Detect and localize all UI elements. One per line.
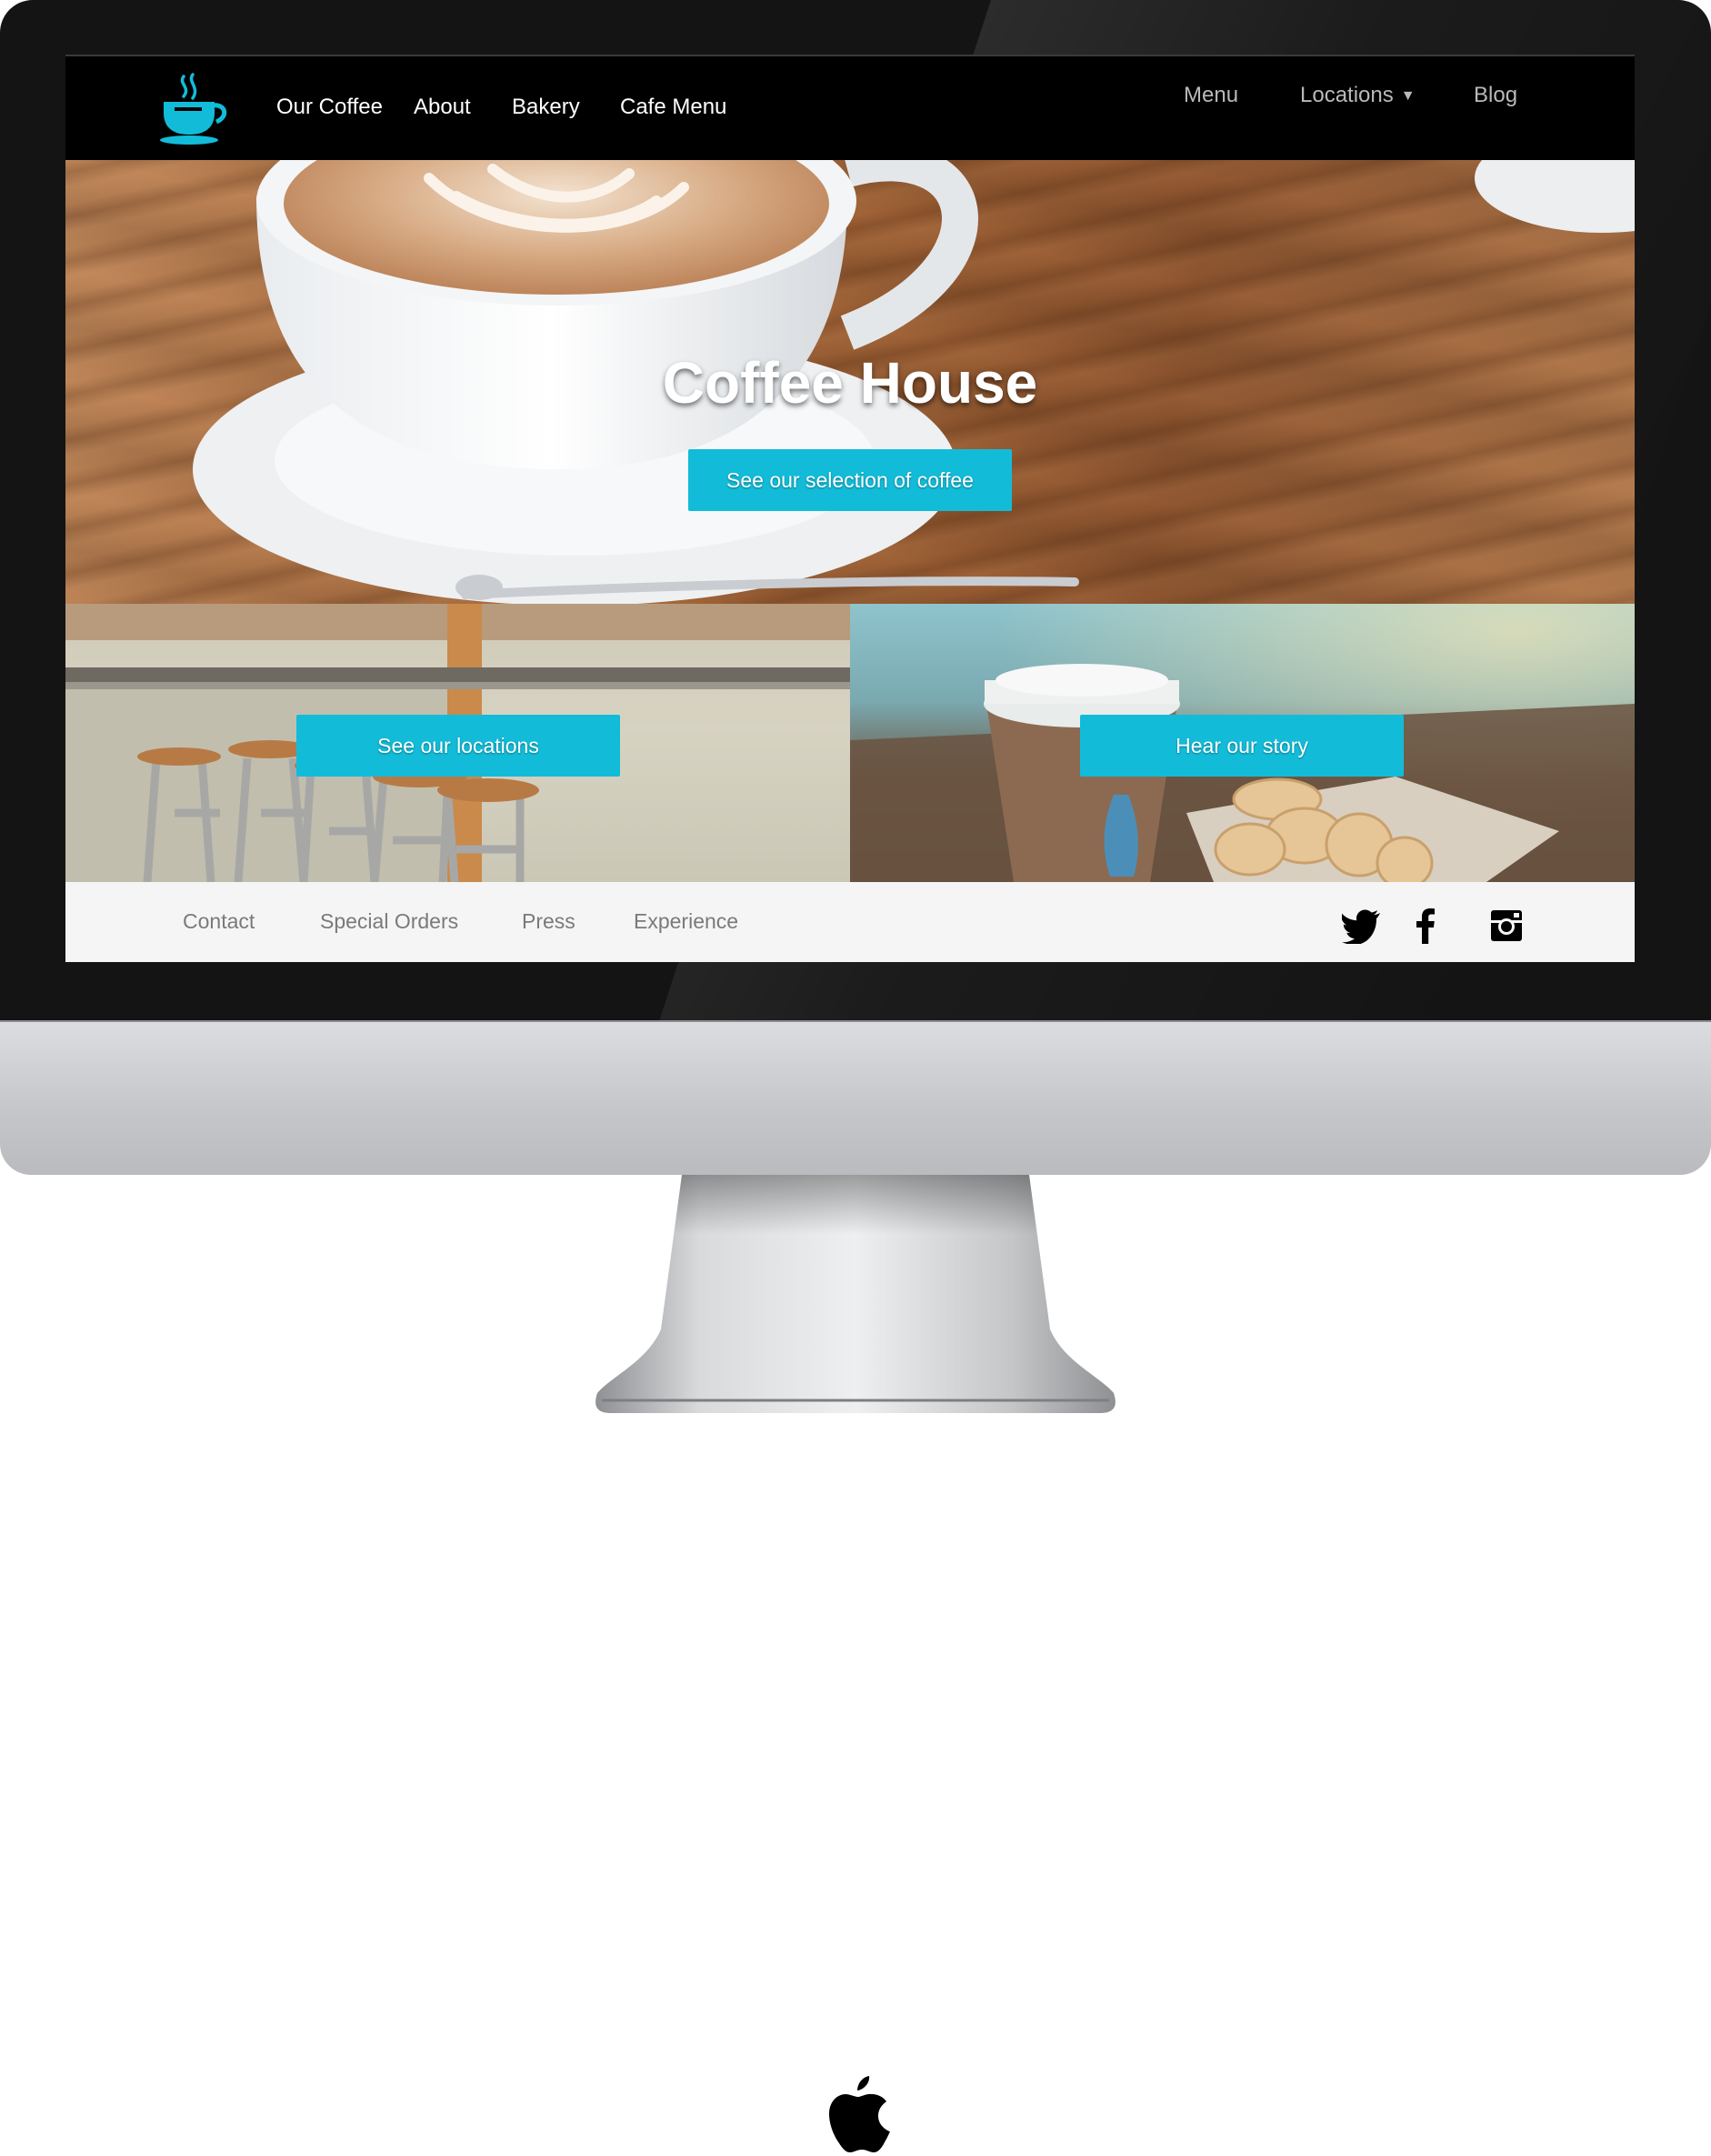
see-locations-button[interactable]: See our locations: [296, 715, 620, 777]
chevron-down-icon: ▼: [1400, 88, 1416, 104]
monitor-stand: [595, 1175, 1116, 1413]
nav-link-locations[interactable]: Locations ▼: [1300, 83, 1416, 108]
nav-link-menu[interactable]: Menu: [1184, 83, 1238, 108]
twitter-icon[interactable]: [1342, 908, 1382, 944]
locations-tile: See our locations: [65, 604, 850, 882]
nav-link-cafe-menu[interactable]: Cafe Menu: [620, 95, 726, 120]
footer-link-contact[interactable]: Contact: [183, 909, 255, 934]
site-footer: Contact Special Orders Press Experience: [65, 882, 1635, 962]
monitor-chin: [0, 1020, 1711, 2152]
footer-link-experience[interactable]: Experience: [634, 909, 738, 934]
hero-title: Coffee House: [662, 350, 1038, 416]
site-nav: Our Coffee About Bakery Cafe Menu Menu L…: [65, 56, 1635, 160]
nav-link-our-coffee[interactable]: Our Coffee: [276, 95, 383, 120]
coffee-selection-button[interactable]: See our selection of coffee: [688, 449, 1012, 511]
locations-label: Locations: [1300, 83, 1394, 107]
monitor-bezel: Our Coffee About Bakery Cafe Menu Menu L…: [0, 0, 1711, 1020]
website-screen: Our Coffee About Bakery Cafe Menu Menu L…: [65, 55, 1635, 962]
footer-link-special-orders[interactable]: Special Orders: [320, 909, 458, 934]
coffee-cup-logo-icon[interactable]: [156, 71, 233, 147]
hero-banner: Coffee House See our selection of coffee: [65, 160, 1635, 604]
instagram-icon[interactable]: [1487, 908, 1527, 944]
apple-logo-icon: [829, 2076, 890, 2152]
hear-our-story-button[interactable]: Hear our story: [1080, 715, 1404, 777]
story-tile: Hear our story: [850, 604, 1635, 882]
nav-link-blog[interactable]: Blog: [1474, 83, 1517, 108]
nav-link-bakery[interactable]: Bakery: [512, 95, 580, 120]
footer-link-press[interactable]: Press: [522, 909, 575, 934]
nav-link-about[interactable]: About: [414, 95, 471, 120]
facebook-icon[interactable]: [1406, 908, 1446, 944]
